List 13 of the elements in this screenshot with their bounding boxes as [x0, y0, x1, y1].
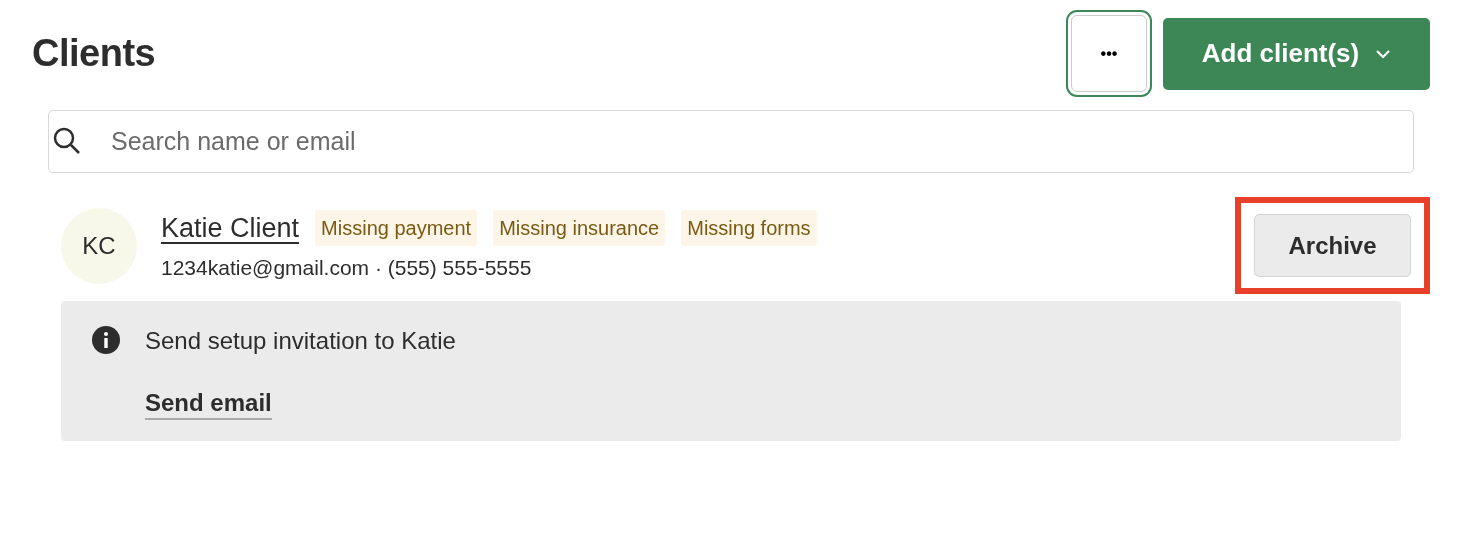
- notice-text: Send setup invitation to Katie: [145, 326, 456, 356]
- add-client-button[interactable]: Add client(s): [1163, 17, 1430, 90]
- page-title: Clients: [32, 30, 156, 76]
- archive-button[interactable]: Archive: [1254, 214, 1411, 277]
- send-email-link[interactable]: Send email: [145, 389, 272, 420]
- status-tag: Missing payment: [315, 209, 478, 246]
- status-tag: Missing forms: [681, 209, 817, 246]
- avatar: KC: [61, 207, 137, 284]
- info-icon: [91, 325, 121, 355]
- status-tag: Missing insurance: [493, 209, 666, 246]
- chevron-down-icon: [1375, 48, 1392, 59]
- contact-info: 1234katie@gmail.com · (555) 555-5555: [161, 255, 533, 281]
- client-name-link[interactable]: Katie Client: [161, 207, 300, 248]
